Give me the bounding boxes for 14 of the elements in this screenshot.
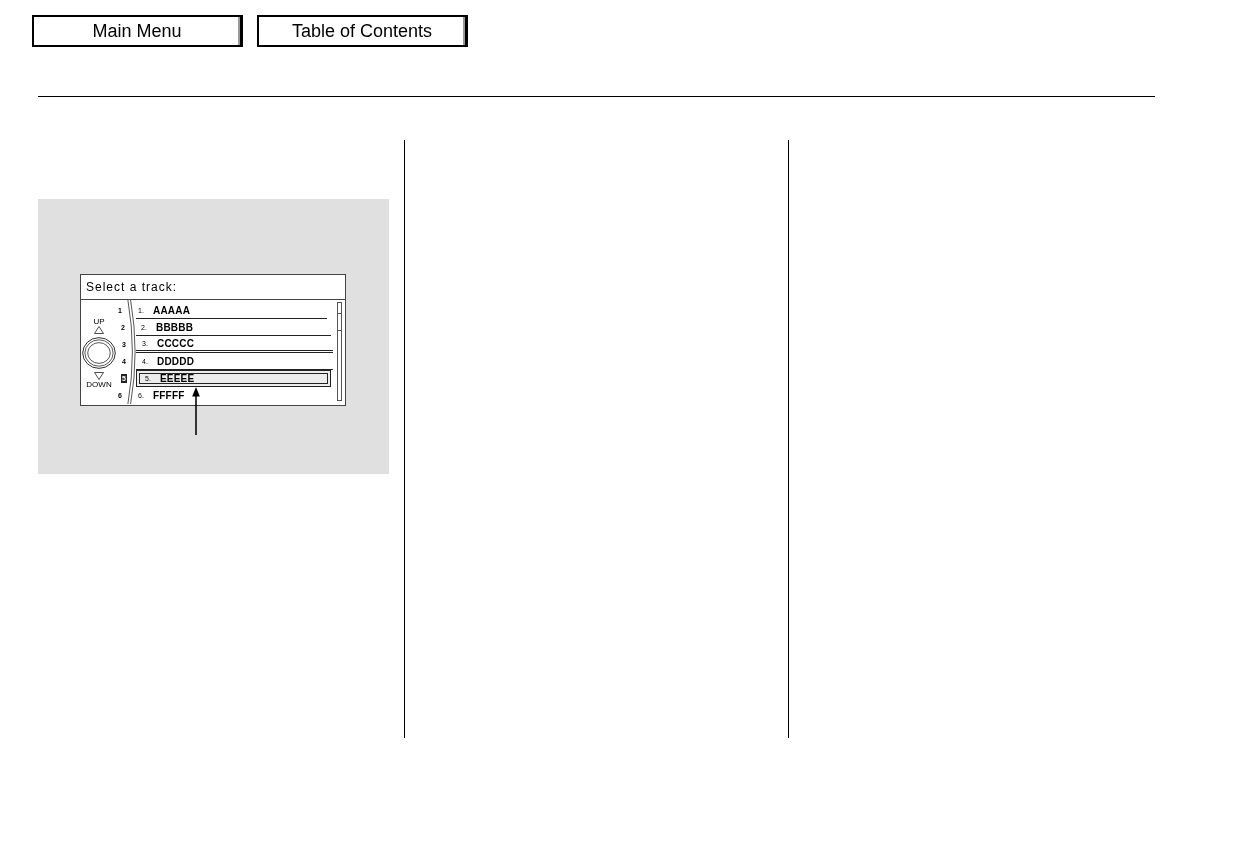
down-triangle-icon: [94, 371, 104, 380]
up-label: UP: [93, 316, 105, 326]
track-name: CCCCC: [157, 337, 195, 349]
track-name: AAAAA: [153, 304, 191, 316]
nav-button[interactable]: Main Menu: [32, 15, 243, 47]
track-name: DDDDD: [157, 355, 195, 367]
up-triangle-icon: [94, 325, 104, 334]
track-name: BBBBB: [156, 321, 194, 333]
callout-arrow: [191, 387, 201, 435]
track-name: FFFFF: [153, 390, 185, 401]
screen-title: Select a track:: [81, 275, 345, 300]
track-name: EEEEE: [160, 373, 195, 384]
nav-button[interactable]: Table of Contents: [257, 15, 468, 47]
down-label: DOWN: [86, 379, 112, 389]
